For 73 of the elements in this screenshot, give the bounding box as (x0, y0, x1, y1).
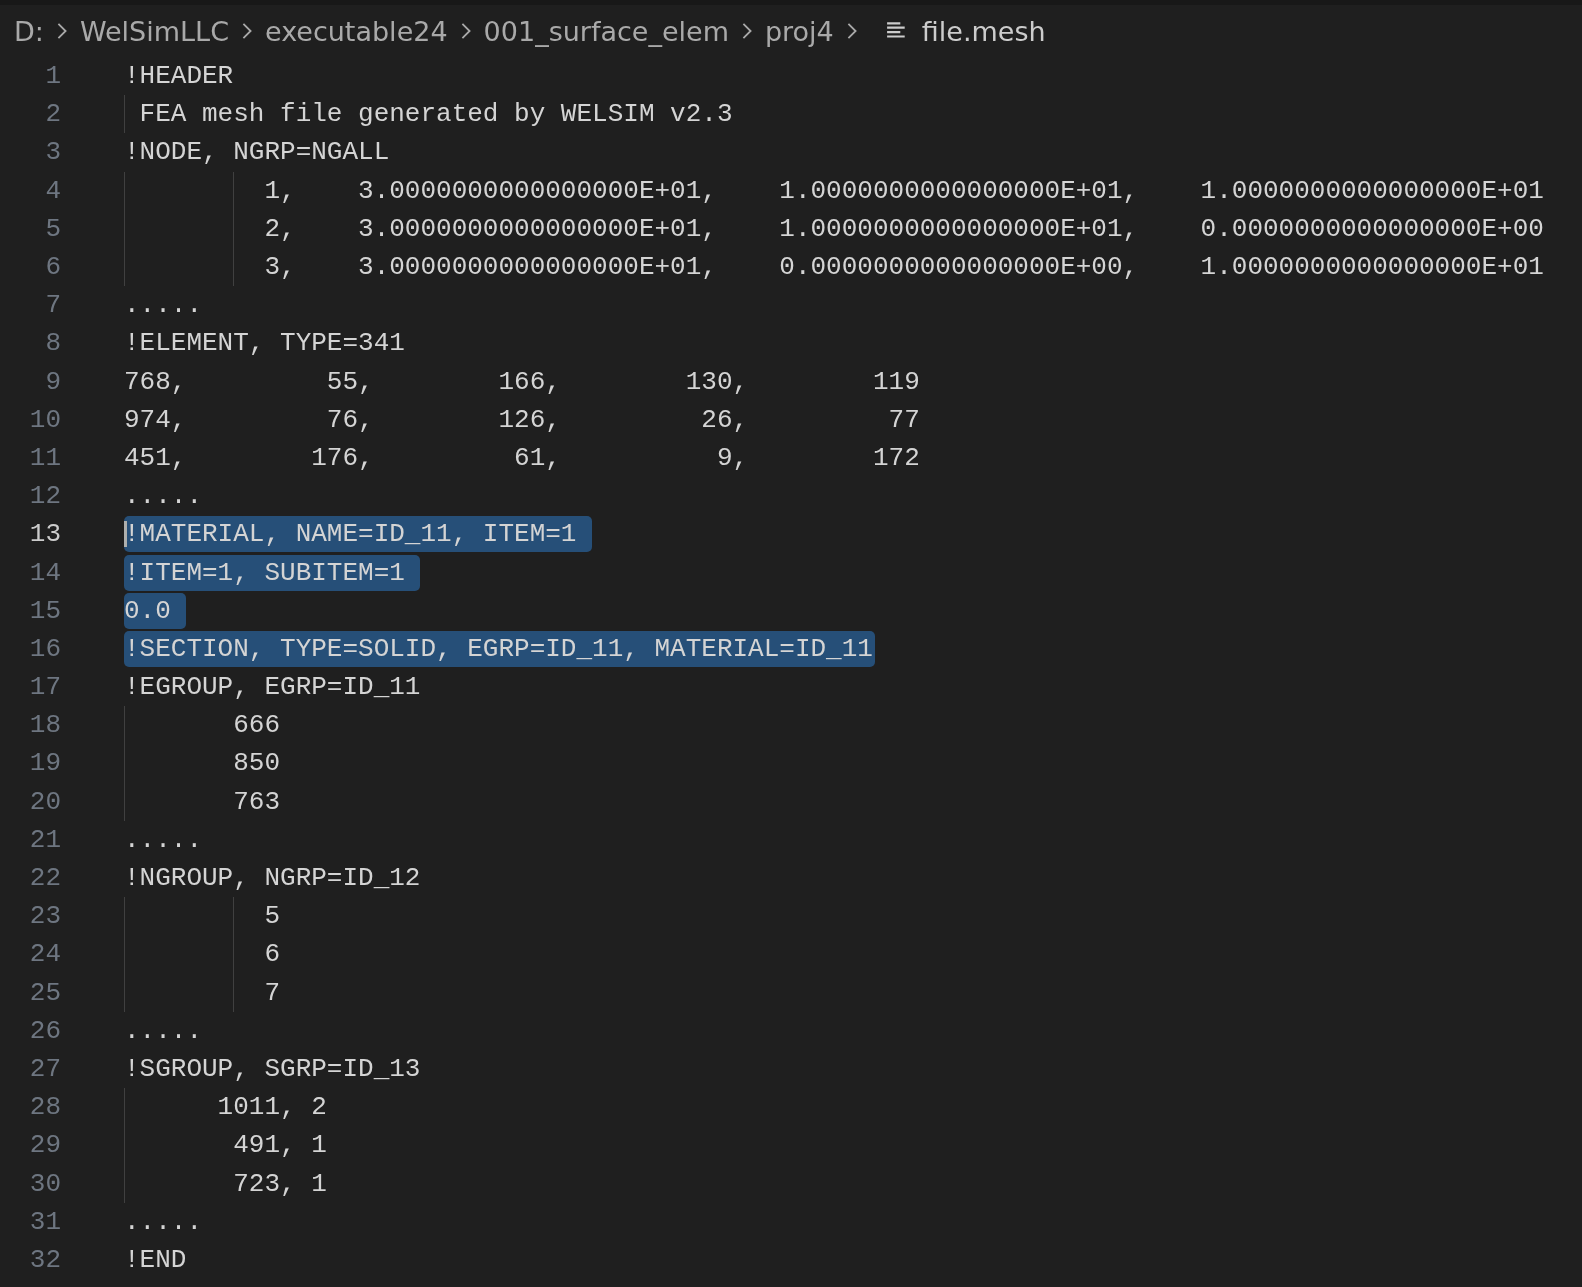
line-number: 3 (44, 137, 61, 168)
code-line: !EGROUP, EGRP=ID_11 (124, 671, 422, 705)
code-line: !SGROUP, SGRP=ID_13 (124, 1052, 422, 1086)
breadcrumb-item[interactable]: executable24 (265, 15, 448, 47)
code-line: 768, 55, 166, 130, 119 (124, 365, 921, 399)
line-number: 9 (44, 366, 61, 397)
line-number: 29 (28, 1130, 61, 1161)
code-line: 451, 176, 61, 9, 172 (124, 441, 921, 475)
line-number: 18 (28, 710, 61, 741)
line-number: 13 (28, 519, 61, 550)
code-line: 491, 1 (232, 1129, 328, 1163)
line-number: 2 (44, 99, 61, 130)
line-number: 8 (44, 328, 61, 359)
line-number: 31 (28, 1206, 61, 1237)
breadcrumb-item[interactable]: 001_surface_elem (483, 15, 729, 47)
code-line: 723, 1 (232, 1167, 328, 1201)
code-line: ..... (124, 480, 203, 514)
line-number: 19 (28, 748, 61, 779)
line-number: 21 (28, 824, 61, 855)
line-number: 32 (28, 1244, 61, 1275)
line-number: 28 (28, 1092, 61, 1123)
line-number: 20 (28, 786, 61, 817)
code-line: !NGROUP, NGRP=ID_12 (124, 862, 422, 896)
code-line: 666 (232, 709, 282, 743)
line-number: 12 (28, 481, 61, 512)
code-line: ..... (124, 1205, 203, 1239)
code-line: !HEADER (124, 60, 235, 94)
code-line: 6 (263, 938, 282, 972)
line-number: 11 (28, 442, 61, 473)
line-number: 27 (28, 1053, 61, 1084)
chevron-icon (845, 21, 858, 41)
line-number: 4 (44, 175, 61, 206)
line-number: 24 (28, 939, 61, 970)
code-line: 850 (232, 747, 282, 781)
code-line: !ELEMENT, TYPE=341 (124, 327, 406, 361)
code-line: !NODE, NGRP=NGALL (124, 136, 391, 170)
code-line: ..... (124, 823, 203, 857)
line-number: 22 (28, 863, 61, 894)
line-number: 26 (28, 1015, 61, 1046)
breadcrumb-item[interactable]: D: (14, 15, 44, 47)
code-line: 7 (263, 976, 282, 1010)
line-number: 5 (44, 213, 61, 244)
line-number: 6 (44, 252, 61, 283)
line-number: 7 (44, 290, 61, 321)
line-number: 1 (44, 61, 61, 92)
code-line: 763 (232, 785, 282, 819)
line-number: 16 (28, 633, 61, 664)
breadcrumb-item[interactable]: file.mesh (921, 15, 1046, 47)
line-number: 10 (28, 404, 61, 435)
breadcrumb-item[interactable]: proj4 (764, 15, 834, 47)
chevron-icon (55, 21, 68, 41)
code-line: 974, 76, 126, 26, 77 (124, 403, 921, 437)
code-line: 2, 3.0000000000000000E+01, 1.0000000000000000E+01, 0.0000000000000000E+00 (263, 212, 1545, 246)
line-number: 14 (28, 557, 61, 588)
line-number: 15 (28, 595, 61, 626)
code-line: 5 (263, 900, 282, 934)
chevron-icon (241, 21, 253, 41)
breadcrumb-item[interactable]: WelSimLLC (79, 15, 229, 47)
chevron-icon (740, 21, 753, 41)
line-number: 17 (28, 672, 61, 703)
chevron-icon (459, 21, 472, 41)
code-line: 1, 3.0000000000000000E+01, 1.0000000000000000E+01, 1.0000000000000000E+01 (263, 174, 1545, 208)
line-number: 30 (28, 1168, 61, 1199)
line-number: 23 (28, 901, 61, 932)
lines-icon (885, 21, 908, 41)
code-line: ..... (124, 1014, 203, 1048)
code-line: 3, 3.0000000000000000E+01, 0.0000000000000000E+00, 1.0000000000000000E+01 (263, 251, 1545, 285)
code-line: FEA mesh file generated by WELSIM v2.3 (138, 98, 734, 132)
text-cursor (124, 521, 127, 548)
code-line: 1011, 2 (216, 1091, 328, 1125)
code-line: !END (124, 1243, 188, 1277)
code-line: ..... (124, 289, 203, 323)
line-number: 25 (28, 977, 61, 1008)
